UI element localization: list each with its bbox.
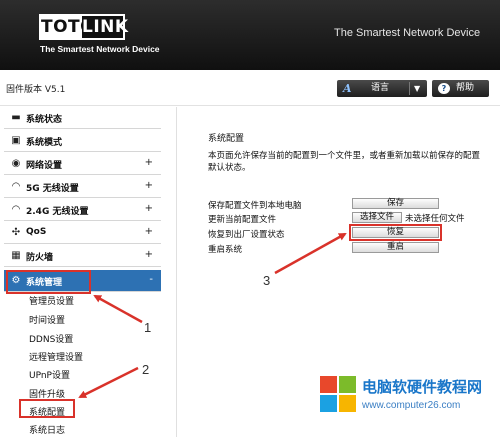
arrow-2 [78,366,139,399]
watermark-url: www.computer26.com [362,400,461,411]
arrow-1 [93,294,143,324]
annotation-number-1: 1 [144,320,152,335]
watermark-title: 电脑软硬件教程网 [362,378,483,396]
arrow-3 [274,232,347,275]
watermark: 电脑软硬件教程网 www.computer26.com [318,372,498,434]
annotation-number-3: 3 [263,273,271,288]
annotation-number-2: 2 [142,362,150,377]
windows-logo-icon [320,376,356,412]
